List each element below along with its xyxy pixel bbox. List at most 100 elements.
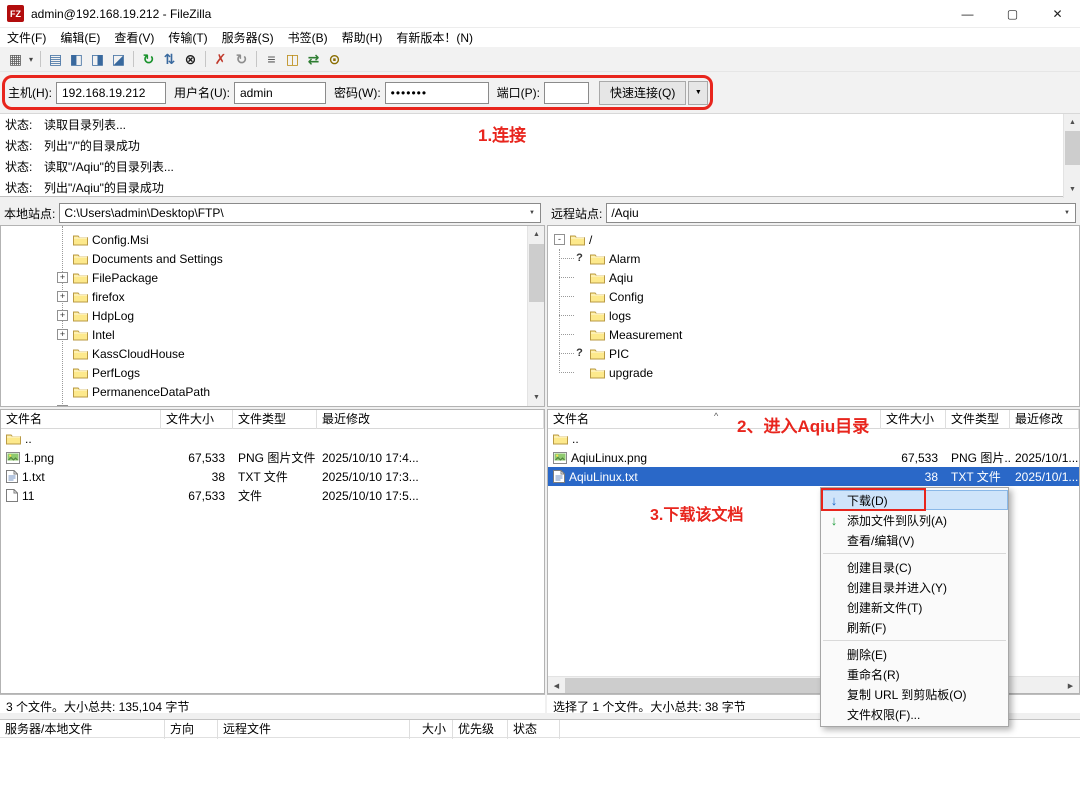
tree-item[interactable]: logs [548,306,1079,325]
tree-expand-plus[interactable]: + [57,272,68,283]
close-button[interactable]: ✕ [1035,0,1080,28]
context-menu-item[interactable]: ↓添加文件到队列(A) [821,510,1008,530]
queue-column-header[interactable]: 方向 [165,720,218,739]
context-menu-item[interactable]: 文件权限(F)... [821,704,1008,724]
find-files-icon[interactable]: ⊙ [324,49,345,69]
tree-expand-none [574,272,585,283]
cancel-icon[interactable]: ⊗ [180,49,201,69]
maximize-button[interactable]: ▢ [990,0,1035,28]
tree-item[interactable]: -/ [548,230,1079,249]
tree-item[interactable]: +Program Files [1,401,544,407]
tree-item[interactable]: Config [548,287,1079,306]
file-row[interactable]: .. [1,429,544,448]
tree-item[interactable]: +Intel [1,325,544,344]
directory-listing-filters-icon[interactable]: ≡ [261,49,282,69]
toggle-local-tree-icon[interactable]: ◧ [66,49,87,69]
folder-icon [73,405,88,408]
tree-item[interactable]: KassCloudHouse [1,344,544,363]
column-header[interactable]: 文件名 [1,410,161,429]
menubar-item[interactable]: 有新版本！(N) [389,29,480,46]
context-menu-item[interactable]: 复制 URL 到剪贴板(O) [821,684,1008,704]
compare-directories-icon[interactable]: ◫ [282,49,303,69]
toggle-remote-tree-icon[interactable]: ◨ [87,49,108,69]
menubar-item[interactable]: 书签(B) [281,29,335,46]
column-header[interactable]: 文件类型 [946,410,1010,429]
scroll-left-icon[interactable]: ◀ [548,677,565,694]
tree-item[interactable]: Config.Msi [1,230,544,249]
scroll-up-icon[interactable]: ▲ [1064,114,1080,131]
context-menu-item[interactable]: 刷新(F) [821,617,1008,637]
quickconnect-dropdown[interactable]: ▼ [688,81,708,105]
site-manager-icon[interactable]: ▦ [5,49,26,69]
context-menu-item[interactable]: 创建新文件(T) [821,597,1008,617]
tree-expand-plus[interactable]: + [57,291,68,302]
process-queue-icon[interactable]: ⇅ [159,49,180,69]
scroll-right-icon[interactable]: ▶ [1062,677,1079,694]
file-row[interactable]: 1.png67,533PNG 图片文件2025/10/10 17:4... [1,448,544,467]
menubar-item[interactable]: 编辑(E) [53,29,107,46]
tree-item[interactable]: Aqiu [548,268,1079,287]
log-scrollbar[interactable]: ▲ ▼ [1063,114,1080,198]
remote-site-label: 远程站点: [551,205,602,222]
tree-expand-plus[interactable]: + [57,405,68,407]
queue-column-header[interactable]: 服务器/本地文件 [0,720,165,739]
queue-column-header[interactable]: 大小 [410,720,453,739]
dropdown-caret-icon[interactable]: ▾ [26,55,36,64]
remote-site-combo[interactable]: /Aqiu ▼ [606,203,1076,223]
host-input[interactable] [56,82,166,104]
column-header[interactable]: 文件大小 [161,410,233,429]
file-row[interactable]: AqiuLinux.png67,533PNG 图片...2025/10/1... [548,448,1079,467]
file-row[interactable]: 1167,533文件2025/10/10 17:5... [1,486,544,505]
file-row[interactable]: AqiuLinux.txt38TXT 文件2025/10/1... [548,467,1079,486]
tree-item[interactable]: upgrade [548,363,1079,382]
menubar-item[interactable]: 文件(F) [0,29,53,46]
context-menu-item[interactable]: 删除(E) [821,644,1008,664]
context-menu-item[interactable]: 创建目录并进入(Y) [821,577,1008,597]
local-site-combo[interactable]: C:\Users\admin\Desktop\FTP\ ▼ [59,203,541,223]
tree-item[interactable]: Documents and Settings [1,249,544,268]
queue-column-header[interactable]: 远程文件 [218,720,410,739]
reconnect-icon[interactable]: ↻ [231,49,252,69]
tree-expand-minus[interactable]: - [554,234,565,245]
tree-item[interactable]: +FilePackage [1,268,544,287]
menubar-item[interactable]: 传输(T) [161,29,214,46]
scroll-down-icon[interactable]: ▼ [1064,181,1080,198]
chevron-down-icon[interactable]: ▼ [524,204,540,222]
column-header[interactable]: 文件类型 [233,410,317,429]
username-input[interactable] [234,82,326,104]
tree-item[interactable]: ?PIC [548,344,1079,363]
context-menu-item[interactable]: 重命名(R) [821,664,1008,684]
toggle-transfer-queue-icon[interactable]: ◪ [108,49,129,69]
queue-column-header[interactable]: 状态 [508,720,560,739]
tree-expand-plus[interactable]: + [57,310,68,321]
chevron-down-icon[interactable]: ▼ [1059,204,1075,222]
tree-item[interactable]: PermanenceDataPath [1,382,544,401]
queue-column-header[interactable]: 优先级 [453,720,508,739]
context-menu-item[interactable]: 创建目录(C) [821,557,1008,577]
file-row[interactable]: 1.txt38TXT 文件2025/10/10 17:3... [1,467,544,486]
column-header[interactable]: 最近修改 [1010,410,1079,429]
tree-item[interactable]: +firefox [1,287,544,306]
synchronized-browsing-icon[interactable]: ⇄ [303,49,324,69]
tree-expand-plus[interactable]: + [57,329,68,340]
context-menu-item[interactable]: ↓下载(D) [821,490,1008,510]
toggle-message-log-icon[interactable]: ▤ [45,49,66,69]
quickconnect-button[interactable]: 快速连接(Q) [599,81,686,105]
minimize-button[interactable]: — [945,0,990,28]
password-input[interactable] [385,82,489,104]
tree-item[interactable]: PerfLogs [1,363,544,382]
port-input[interactable] [544,82,589,104]
column-header[interactable]: 文件大小 [881,410,946,429]
refresh-icon[interactable]: ↻ [138,49,159,69]
tree-item[interactable]: Measurement [548,325,1079,344]
column-header[interactable]: 最近修改 [317,410,544,429]
context-menu-item[interactable]: 查看/编辑(V) [821,530,1008,550]
file-type: TXT 文件 [946,467,1010,486]
log-scroll-thumb[interactable] [1065,131,1080,165]
tree-item[interactable]: +HdpLog [1,306,544,325]
disconnect-icon[interactable]: ✗ [210,49,231,69]
menubar-item[interactable]: 服务器(S) [215,29,281,46]
menubar-item[interactable]: 查看(V) [107,29,161,46]
menubar-item[interactable]: 帮助(H) [335,29,390,46]
tree-item[interactable]: ?Alarm [548,249,1079,268]
